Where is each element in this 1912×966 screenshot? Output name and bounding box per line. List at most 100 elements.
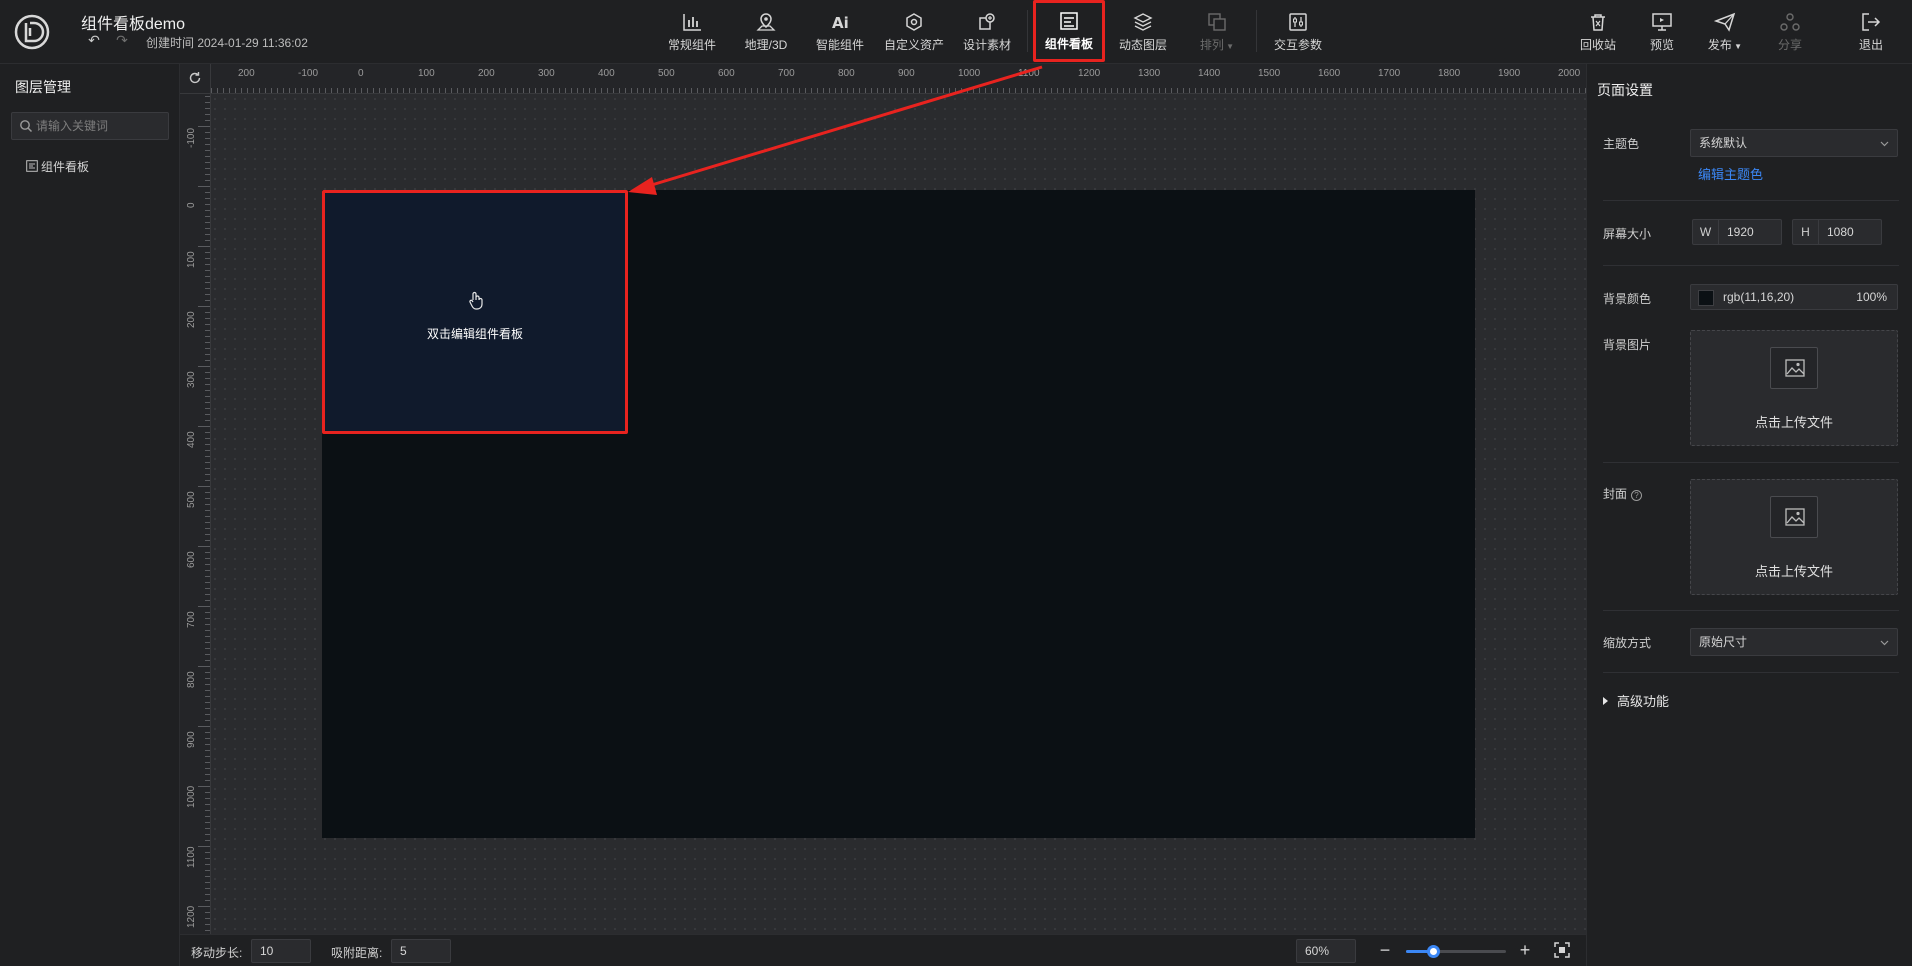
board-icon <box>1060 12 1078 30</box>
scale-mode-select[interactable]: 原始尺寸 <box>1690 628 1898 656</box>
ruler-y-label: 1000 <box>186 785 197 808</box>
height-input[interactable]: H 1080 <box>1792 219 1882 245</box>
ruler-tick <box>205 330 210 331</box>
ruler-tick <box>1333 88 1334 93</box>
theme-select[interactable]: 系统默认 <box>1690 129 1898 157</box>
toolbar-divider <box>1256 10 1257 52</box>
image-placeholder-icon <box>1770 347 1818 389</box>
tool-interaction-params[interactable]: 交互参数 <box>1268 6 1328 56</box>
ruler-tick <box>205 396 210 397</box>
ruler-tick <box>451 88 452 93</box>
component-board-widget[interactable]: 双击编辑组件看板 <box>322 190 628 434</box>
ruler-tick <box>829 88 830 93</box>
zoom-in-icon[interactable]: + <box>1516 941 1534 959</box>
ruler-tick <box>1189 88 1190 93</box>
help-icon[interactable]: ? <box>1631 490 1643 501</box>
undo-icon[interactable]: ↶ <box>86 32 102 48</box>
ruler-tick <box>661 88 662 93</box>
tool-preview[interactable]: 预览 <box>1634 6 1690 56</box>
ruler-tick <box>583 88 584 93</box>
ruler-tick <box>541 88 542 93</box>
ruler-tick <box>205 480 210 481</box>
ruler-tick <box>1165 88 1166 93</box>
tool-regular-components[interactable]: 常规组件 <box>663 6 721 56</box>
tool-geo-3d[interactable]: 地理/3D <box>737 6 795 56</box>
cover-upload[interactable]: 点击上传文件 <box>1690 479 1898 595</box>
tool-publish[interactable]: 发布 ▼ <box>1696 6 1754 56</box>
ruler-tick <box>1273 88 1274 93</box>
layers-icon <box>1133 13 1153 31</box>
ruler-tick <box>1147 88 1148 93</box>
tool-arrange[interactable]: 排列 ▼ <box>1188 6 1246 56</box>
bg-color-opacity: 100% <box>1856 290 1887 304</box>
ruler-y-label: 200 <box>186 311 197 328</box>
zoom-slider[interactable] <box>1406 945 1506 958</box>
tool-custom-assets[interactable]: 自定义资产 <box>880 6 948 56</box>
bg-image-upload[interactable]: 点击上传文件 <box>1690 330 1898 446</box>
ruler-tick <box>349 88 350 93</box>
tool-dynamic-layers[interactable]: 动态图层 <box>1114 6 1172 56</box>
edit-theme-link[interactable]: 编辑主题色 <box>1698 164 1763 183</box>
ruler-tick <box>1243 88 1244 93</box>
ruler-tick <box>205 894 210 895</box>
snap-distance-input[interactable]: 5 <box>391 939 451 963</box>
ruler-tick <box>949 88 950 93</box>
tool-share[interactable]: 分享 <box>1762 6 1818 56</box>
ruler-x-label: 1900 <box>1498 68 1521 79</box>
ruler-tick <box>198 366 210 367</box>
ruler-tick <box>613 88 614 93</box>
fit-screen-icon[interactable] <box>1553 941 1571 959</box>
chevron-down-icon: ▼ <box>1731 42 1743 51</box>
map-pin-icon <box>756 13 776 31</box>
tool-component-board[interactable]: 组件看板 <box>1033 0 1105 62</box>
ruler-tick <box>415 88 416 93</box>
ruler-tick <box>205 660 210 661</box>
ruler-tick <box>205 600 210 601</box>
ruler-tick <box>205 876 210 877</box>
ruler-tick <box>205 900 210 901</box>
bar-chart-icon <box>683 14 701 31</box>
app-logo <box>14 14 50 50</box>
refresh-icon[interactable] <box>188 71 202 85</box>
ruler-tick <box>1177 88 1178 93</box>
ruler-tick <box>205 444 210 445</box>
tool-smart-components[interactable]: Ai 智能组件 <box>811 6 869 56</box>
ruler-tick <box>1501 88 1502 93</box>
layer-item-component-board[interactable]: 组件看板 <box>26 158 89 176</box>
ruler-tick <box>511 88 512 93</box>
created-time: 创建时间 2024-01-29 11:36:02 <box>146 36 308 50</box>
move-step-input[interactable]: 10 <box>251 939 311 963</box>
ruler-tick <box>1015 88 1016 93</box>
status-bar: 移动步长: 10 吸附距离: 5 60% − + <box>180 934 1586 966</box>
ruler-tick <box>973 88 974 93</box>
editor-canvas[interactable]: 200 -100 0 100 200 300 400 500 600 700 800 900 1000 1… <box>180 64 1586 934</box>
ruler-tick <box>247 88 248 93</box>
zoom-level-input[interactable]: 60% <box>1296 939 1356 963</box>
ruler-tick <box>198 666 210 667</box>
width-input[interactable]: W 1920 <box>1692 219 1782 245</box>
tool-design-material[interactable]: 设计素材 <box>958 6 1016 56</box>
ruler-tick <box>1315 88 1316 93</box>
ruler-tick <box>205 378 210 379</box>
zoom-slider-handle[interactable] <box>1427 945 1440 958</box>
bg-color-picker[interactable]: rgb(11,16,20) 100% <box>1690 284 1898 310</box>
ruler-tick <box>1525 88 1526 93</box>
tool-exit[interactable]: 退出 <box>1846 6 1896 56</box>
advanced-features-toggle[interactable]: 高级功能 <box>1603 691 1669 710</box>
search-input[interactable] <box>36 116 164 136</box>
ruler-tick <box>205 204 210 205</box>
ruler-tick <box>205 282 210 283</box>
ruler-tick <box>1057 88 1058 93</box>
ruler-tick <box>1447 88 1448 93</box>
ruler-tick <box>985 88 986 93</box>
ruler-tick <box>205 468 210 469</box>
ruler-tick <box>198 486 210 487</box>
zoom-out-icon[interactable]: − <box>1376 941 1394 959</box>
ruler-tick <box>319 88 320 93</box>
ruler-tick <box>1393 88 1394 93</box>
tool-recycle-bin[interactable]: 回收站 <box>1568 6 1628 56</box>
top-toolbar: 组件看板demo ↶ ↷ 创建时间 2024-01-29 11:36:02 常规… <box>0 0 1912 64</box>
ruler-tick <box>409 88 410 93</box>
redo-icon[interactable]: ↷ <box>114 32 130 48</box>
ruler-tick <box>961 88 962 93</box>
